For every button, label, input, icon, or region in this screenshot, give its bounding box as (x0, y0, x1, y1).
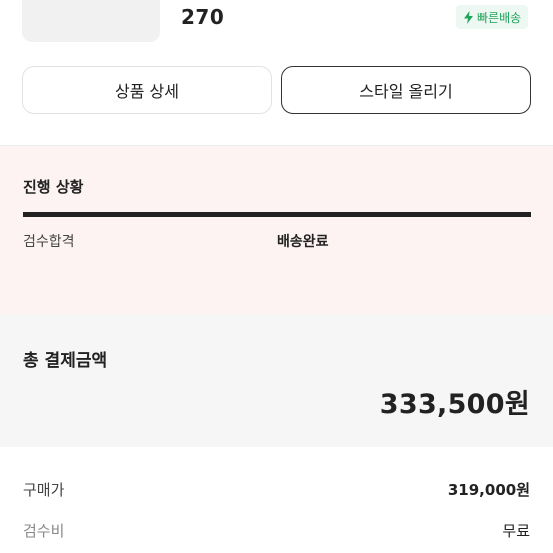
inspection-fee-label: 검수비 (23, 522, 65, 540)
step-inspection-passed: 검수합격 (23, 234, 75, 250)
lightning-icon (463, 10, 474, 24)
progress-title: 진행 상황 (23, 178, 84, 196)
post-style-button[interactable]: 스타일 올리기 (281, 66, 531, 114)
total-payment-label: 총 결제금액 (23, 351, 108, 371)
total-payment-section: 총 결제금액 333,500원 (0, 314, 553, 447)
product-size: 270 (181, 5, 225, 29)
total-payment-amount: 333,500원 (379, 389, 530, 420)
product-summary: 270 빠른배송 (0, 0, 553, 45)
purchase-price-label: 구매가 (23, 481, 65, 499)
inspection-fee-value: 무료 (502, 522, 530, 540)
product-thumbnail[interactable] (22, 0, 160, 42)
fast-delivery-label: 빠른배송 (477, 10, 522, 25)
fast-delivery-badge: 빠른배송 (456, 5, 529, 29)
product-detail-button[interactable]: 상품 상세 (22, 66, 272, 114)
progress-section: 진행 상황 검수합격 배송완료 (0, 146, 553, 314)
progress-bar (23, 212, 531, 217)
step-delivered: 배송완료 (277, 234, 329, 250)
purchase-price-value: 319,000원 (447, 481, 530, 499)
